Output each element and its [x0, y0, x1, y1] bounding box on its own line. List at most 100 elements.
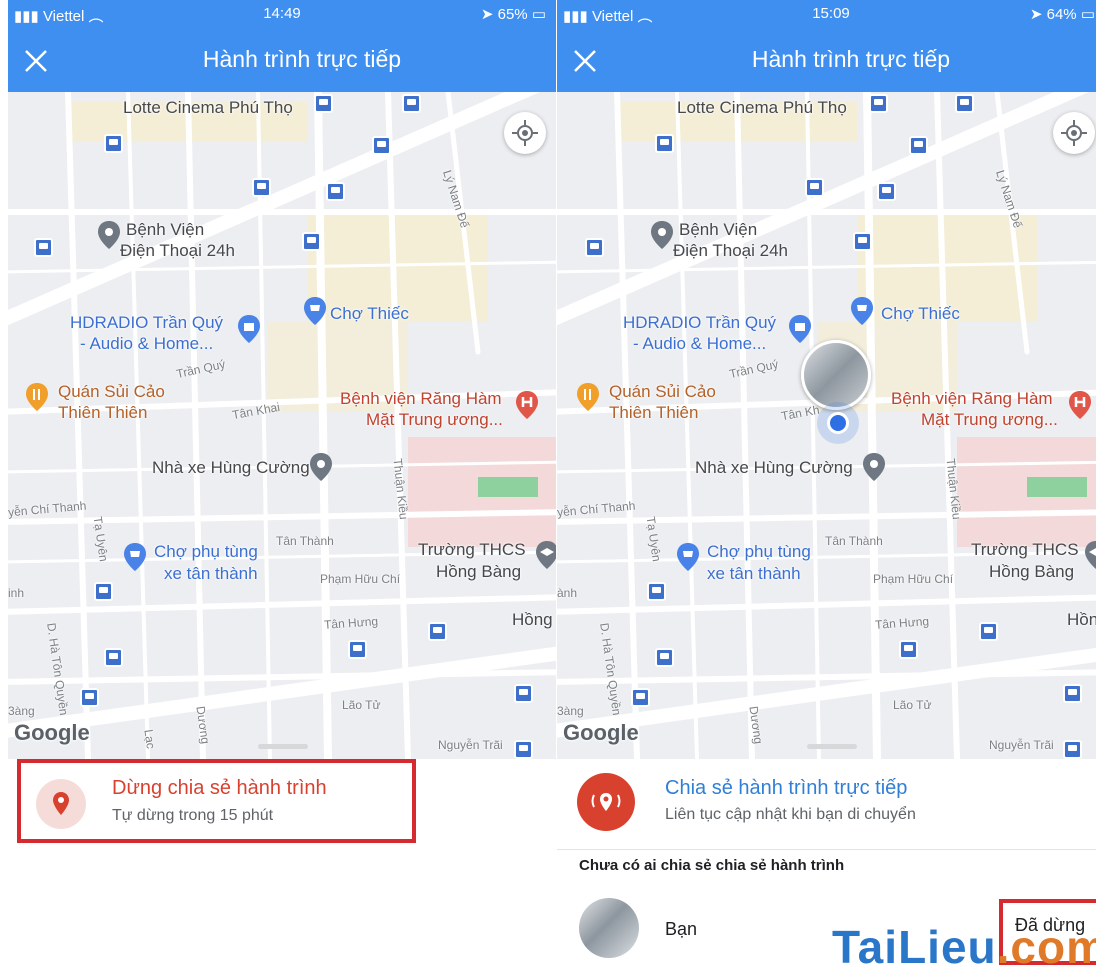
bus-stop-icon[interactable]	[585, 238, 604, 257]
street-label: Phạm Hữu Chí	[320, 572, 401, 586]
place-label-nha-xe[interactable]: Nhà xe Hùng Cường	[695, 458, 853, 478]
place-label-hdradio[interactable]: HDRADIO Trần Quý	[623, 313, 776, 333]
place-label-truong-line2[interactable]: Hồng Bàng	[989, 562, 1074, 582]
bus-stop-icon[interactable]	[94, 582, 113, 601]
my-location-button[interactable]	[504, 112, 546, 154]
my-location-button[interactable]	[1053, 112, 1095, 154]
map-view[interactable]: Lotte Cinema Phú Thọ Bệnh Viện Điện Thoạ…	[8, 92, 556, 759]
crosshair-icon	[1061, 120, 1087, 146]
place-label-rang-ham[interactable]: Bệnh viện Răng Hàm	[891, 389, 1053, 409]
location-arrow-icon: ➤	[1029, 6, 1047, 23]
bus-stop-icon[interactable]	[909, 136, 928, 155]
place-label-cho-phu-tung-line2[interactable]: xe tân thành	[707, 564, 801, 584]
map-pin-icon[interactable]	[649, 220, 675, 250]
place-label-hdradio-line2[interactable]: - Audio & Home...	[80, 334, 213, 354]
bus-stop-icon[interactable]	[647, 582, 666, 601]
school-pin-icon[interactable]	[1083, 540, 1096, 570]
bus-stop-icon[interactable]	[302, 232, 321, 251]
place-label-benh-vien[interactable]: Bệnh Viện	[126, 220, 204, 240]
close-icon[interactable]	[22, 47, 50, 75]
avatar-photo	[579, 898, 639, 958]
bus-stop-icon[interactable]	[899, 640, 918, 659]
restaurant-pin-icon[interactable]	[575, 382, 601, 412]
user-location-avatar[interactable]	[801, 340, 871, 410]
place-label-cho-thiec[interactable]: Chợ Thiếc	[330, 304, 409, 324]
bottom-sheet: Dừng chia sẻ hành trình Tự dừng trong 15…	[8, 759, 556, 977]
share-live-trip-title[interactable]: Chia sẻ hành trình trực tiếp	[665, 777, 907, 800]
bus-stop-icon[interactable]	[955, 94, 974, 113]
place-label-benh-vien-line2[interactable]: Điện Thoại 24h	[673, 241, 788, 261]
place-label-quan-sui[interactable]: Quán Sủi Cảo	[609, 382, 716, 402]
bus-stop-icon[interactable]	[104, 134, 123, 153]
place-label-cho-thiec[interactable]: Chợ Thiếc	[881, 304, 960, 324]
shopping-cart-pin-icon[interactable]	[849, 296, 875, 326]
page-title: Hành trình trực tiếp	[751, 46, 951, 72]
bus-stop-icon[interactable]	[428, 622, 447, 641]
map-view[interactable]: Lotte Cinema Phú Thọ Bệnh Viện Điện Thoạ…	[557, 92, 1096, 759]
place-label-quan-sui-line2[interactable]: Thiên Thiên	[58, 403, 147, 423]
place-label-cho-phu-tung[interactable]: Chợ phụ tùng	[707, 542, 811, 562]
sheet-drag-handle[interactable]	[258, 744, 308, 749]
shopping-cart-pin-icon[interactable]	[122, 542, 148, 572]
bus-stop-icon[interactable]	[655, 648, 674, 667]
sheet-drag-handle[interactable]	[807, 744, 857, 749]
google-logo: Google	[14, 720, 90, 745]
restaurant-pin-icon[interactable]	[24, 382, 50, 412]
place-label-benh-vien-line2[interactable]: Điện Thoại 24h	[120, 241, 235, 261]
bus-stop-icon[interactable]	[348, 640, 367, 659]
place-label-lotte[interactable]: Lotte Cinema Phú Thọ	[677, 98, 847, 118]
place-label-truong-line2[interactable]: Hồng Bàng	[436, 562, 521, 582]
place-label-nha-xe[interactable]: Nhà xe Hùng Cường	[152, 458, 310, 478]
street-label: 3àng	[557, 704, 584, 718]
bus-stop-icon[interactable]	[372, 136, 391, 155]
shopping-bag-pin-icon[interactable]	[236, 314, 262, 344]
shopping-bag-pin-icon[interactable]	[787, 314, 813, 344]
bus-stop-icon[interactable]	[631, 688, 650, 707]
place-label-lotte[interactable]: Lotte Cinema Phú Thọ	[123, 98, 293, 118]
map-pin-icon[interactable]	[308, 452, 334, 482]
bus-stop-icon[interactable]	[877, 182, 896, 201]
bus-stop-icon[interactable]	[326, 182, 345, 201]
bus-stop-icon[interactable]	[869, 94, 888, 113]
place-label-rang-ham[interactable]: Bệnh viện Răng Hàm	[340, 389, 502, 409]
bus-stop-icon[interactable]	[979, 622, 998, 641]
street-label: inh	[8, 586, 25, 600]
place-label-rang-ham-line2[interactable]: Mặt Trung ương...	[366, 410, 503, 430]
bus-stop-icon[interactable]	[853, 232, 872, 251]
hospital-pin-icon[interactable]	[1067, 390, 1093, 420]
street-label: Nguyễn Trãi	[438, 738, 503, 752]
bus-stop-icon[interactable]	[252, 178, 271, 197]
street-label-hong: Hồng	[512, 610, 553, 629]
status-bar: ▮▮▮ Viettel ︵ 15:09 ➤ 64% ▭	[557, 0, 1096, 26]
place-label-quan-sui-line2[interactable]: Thiên Thiên	[609, 403, 698, 423]
bus-stop-icon[interactable]	[655, 134, 674, 153]
place-label-benh-vien[interactable]: Bệnh Viện	[679, 220, 757, 240]
map-pin-icon[interactable]	[96, 220, 122, 250]
hospital-pin-icon[interactable]	[514, 390, 540, 420]
place-label-truong[interactable]: Trường THCS	[971, 540, 1079, 560]
bus-stop-icon[interactable]	[80, 688, 99, 707]
bus-stop-icon[interactable]	[805, 178, 824, 197]
map-pin-icon[interactable]	[861, 452, 887, 482]
place-label-cho-phu-tung[interactable]: Chợ phụ tùng	[154, 542, 258, 562]
place-label-quan-sui[interactable]: Quán Sủi Cảo	[58, 382, 165, 402]
bus-stop-icon[interactable]	[514, 684, 533, 703]
close-icon[interactable]	[571, 47, 599, 75]
bus-stop-icon[interactable]	[104, 648, 123, 667]
school-pin-icon[interactable]	[534, 540, 556, 570]
place-label-hdradio-line2[interactable]: - Audio & Home...	[633, 334, 766, 354]
place-label-truong[interactable]: Trường THCS	[418, 540, 526, 560]
bus-stop-icon[interactable]	[1063, 740, 1082, 759]
shopping-cart-pin-icon[interactable]	[675, 542, 701, 572]
place-label-hdradio[interactable]: HDRADIO Trần Quý	[70, 313, 223, 333]
place-label-rang-ham-line2[interactable]: Mặt Trung ương...	[921, 410, 1058, 430]
place-label-cho-phu-tung-line2[interactable]: xe tân thành	[164, 564, 258, 584]
bus-stop-icon[interactable]	[514, 740, 533, 759]
bus-stop-icon[interactable]	[34, 238, 53, 257]
shopping-cart-pin-icon[interactable]	[302, 296, 328, 326]
status-time: 14:49	[263, 5, 301, 22]
bus-stop-icon[interactable]	[402, 94, 421, 113]
street-label: Lạc	[141, 728, 158, 750]
bus-stop-icon[interactable]	[314, 94, 333, 113]
bus-stop-icon[interactable]	[1063, 684, 1082, 703]
